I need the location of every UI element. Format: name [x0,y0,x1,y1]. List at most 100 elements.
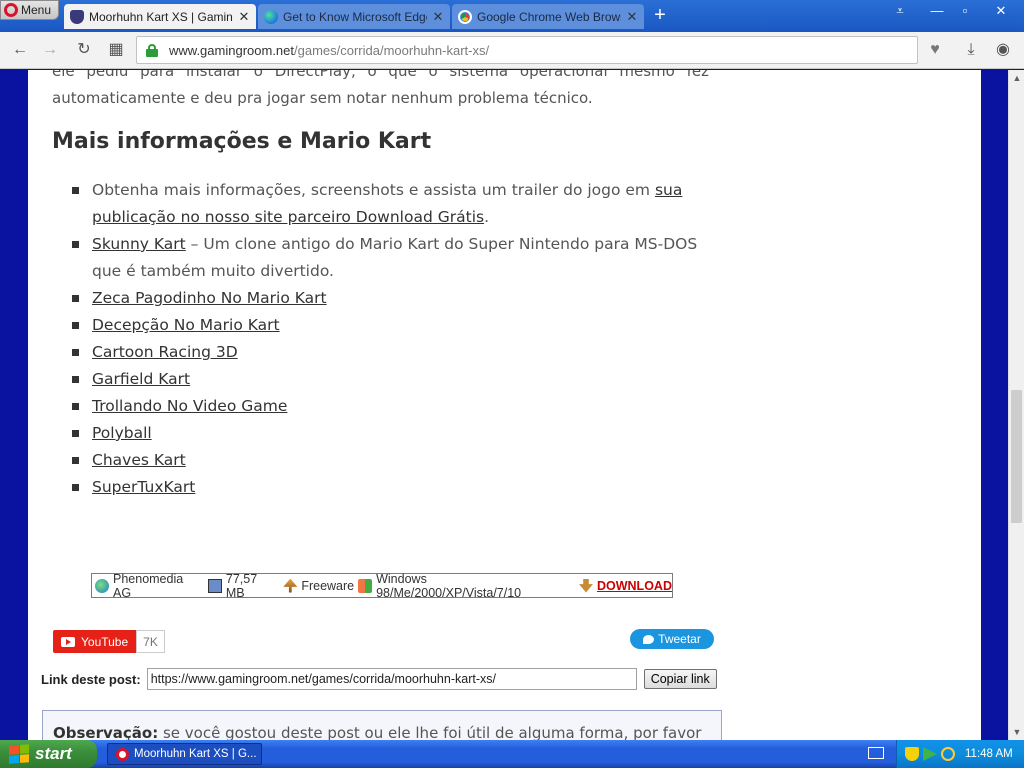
navigation-toolbar: ← → ↻ ▦ www.gamingroom.net/games/corrida… [0,32,1024,69]
start-label: start [35,744,72,763]
twitter-bird-icon [643,634,655,644]
account-icon[interactable]: ◉ [993,40,1013,60]
windows-flag-icon [9,744,29,764]
list-item: Polyball [72,420,712,447]
license-type: Freeware [301,578,355,593]
intro-line: ele pediu para instalar o DirectPlay, o … [52,70,709,80]
tab-chrome[interactable]: Google Chrome Web Browser ✕ [452,4,644,29]
list-item: Trollando No Video Game [72,393,712,420]
menu-label: Menu [21,3,52,17]
close-tab-icon[interactable]: ✕ [626,9,638,25]
address-bar[interactable]: www.gamingroom.net/games/corrida/moorhuh… [136,36,918,64]
related-link[interactable]: Decepção No Mario Kart [92,316,280,334]
new-tab-button[interactable]: + [650,5,670,25]
tab-moorhuhn[interactable]: Moorhuhn Kart XS | GamingRoom ✕ [64,4,256,29]
download-link[interactable]: DOWNLOAD [597,579,672,593]
related-link[interactable]: Cartoon Racing 3D [92,343,238,361]
related-link[interactable]: Chaves Kart [92,451,186,469]
security-shield-icon[interactable] [905,747,919,761]
list-item: Skunny Kart – Um clone antigo do Mario K… [72,231,712,285]
observation-text: se você gostou deste post ou ele lhe foi… [158,724,702,740]
tab-strip: Menu Moorhuhn Kart XS | GamingRoom ✕ Get… [0,0,1024,32]
list-item: Decepção No Mario Kart [72,312,712,339]
scroll-down-icon[interactable]: ▼ [1009,724,1024,740]
youtube-label: YouTube [81,634,129,649]
intro-line: automaticamente e deu pra jogar sem nota… [52,89,593,107]
globe-icon [95,578,109,593]
tab-menu-icon[interactable]: ⩡ [890,2,910,20]
related-links-list: Obtenha mais informações, screenshots e … [72,177,712,501]
supported-os: Windows 98/Me/2000/XP/Vista/7/10 [376,571,522,600]
skunny-kart-link[interactable]: Skunny Kart [92,235,186,253]
minimize-icon[interactable]: — [926,2,948,20]
related-link[interactable]: Zeca Pagodinho No Mario Kart [92,289,327,307]
scroll-up-icon[interactable]: ▲ [1009,70,1024,86]
close-tab-icon[interactable]: ✕ [238,9,250,25]
tab-title: Get to Know Microsoft Edge [283,9,427,24]
youtube-button[interactable]: YouTube [53,630,137,653]
list-item-text: . [484,208,490,226]
opera-task-icon [116,747,129,761]
post-link-row: Link deste post: https://www.gamingroom.… [41,668,717,690]
related-link[interactable]: Trollando No Video Game [92,397,287,415]
youtube-subscriber-count: 7K [136,630,165,653]
list-item: Cartoon Racing 3D [72,339,712,366]
scrollbar-thumb[interactable] [1011,390,1022,523]
related-link[interactable]: SuperTuxKart [92,478,195,496]
section-heading: Mais informações e Mario Kart [52,129,432,154]
developer-name: Phenomedia AG [113,571,184,600]
maximize-icon[interactable]: ▫ [954,2,976,20]
related-link[interactable]: Garfield Kart [92,370,190,388]
search-tray-icon[interactable] [941,747,955,761]
observation-box: Observação: se você gostou deste post ou… [42,710,722,740]
youtube-subscribe[interactable]: YouTube 7K [53,630,165,653]
list-item: Zeca Pagodinho No Mario Kart [72,285,712,312]
youtube-play-icon [61,636,75,647]
tweet-button[interactable]: Tweetar [630,629,714,649]
tab-title: Moorhuhn Kart XS | GamingRoom [89,9,233,24]
tab-edge[interactable]: Get to Know Microsoft Edge ✕ [258,4,450,29]
forward-icon[interactable]: → [40,40,60,60]
disk-icon [207,578,222,593]
close-tab-icon[interactable]: ✕ [432,9,444,25]
related-link[interactable]: Polyball [92,424,152,442]
list-item: Obtenha mais informações, screenshots e … [72,177,712,231]
list-item: Garfield Kart [72,366,712,393]
clock: 11:48 AM [965,748,1013,760]
edge-favicon-icon [264,9,278,24]
post-link-label: Link deste post: [41,671,141,687]
post-link-field[interactable]: https://www.gamingroom.net/games/corrida… [146,668,637,690]
address-host: www.gamingroom.net [169,42,294,58]
keyboard-icon[interactable] [868,747,884,759]
close-window-icon[interactable]: ✕ [990,2,1012,20]
vertical-scrollbar[interactable]: ▲ ▼ [1008,70,1024,740]
list-item: SuperTuxKart [72,474,712,501]
list-item-text: Obtenha mais informações, screenshots e … [92,181,655,199]
system-tray: 11:48 AM [896,740,1024,768]
opera-menu-button[interactable]: Menu [0,0,59,20]
network-icon[interactable] [923,747,937,761]
content-column: ele pediu para instalar o DirectPlay, o … [28,70,981,740]
address-path: /games/corrida/moorhuhn-kart-xs/ [294,42,490,58]
start-button[interactable]: start [0,740,97,768]
windows-taskbar: start Moorhuhn Kart XS | G... 11:48 AM [0,740,1024,768]
download-icon[interactable]: ⤓ [961,40,981,60]
opera-logo-icon [4,3,18,17]
license-icon [283,578,298,593]
speed-dial-icon[interactable]: ▦ [106,40,126,60]
list-item: Chaves Kart [72,447,712,474]
chrome-favicon-icon [458,9,472,24]
observation-label: Observação: [53,724,159,740]
tweet-label: Tweetar [658,632,701,646]
taskbar-window-title: Moorhuhn Kart XS | G... [134,748,257,760]
page-viewport: ele pediu para instalar o DirectPlay, o … [0,70,1008,740]
download-info-bar: Phenomedia AG 77,57 MB Freeware Windows … [91,571,673,600]
back-icon[interactable]: ← [10,40,30,60]
taskbar-window-button[interactable]: Moorhuhn Kart XS | G... [107,743,262,765]
secure-lock-icon [146,44,158,57]
copy-link-button[interactable]: Copiar link [643,669,717,689]
reload-icon[interactable]: ↻ [74,40,94,60]
heart-icon[interactable]: ♥ [925,40,945,60]
shield-favicon-icon [70,9,84,24]
intro-paragraph: ele pediu para instalar o DirectPlay, o … [52,70,709,112]
